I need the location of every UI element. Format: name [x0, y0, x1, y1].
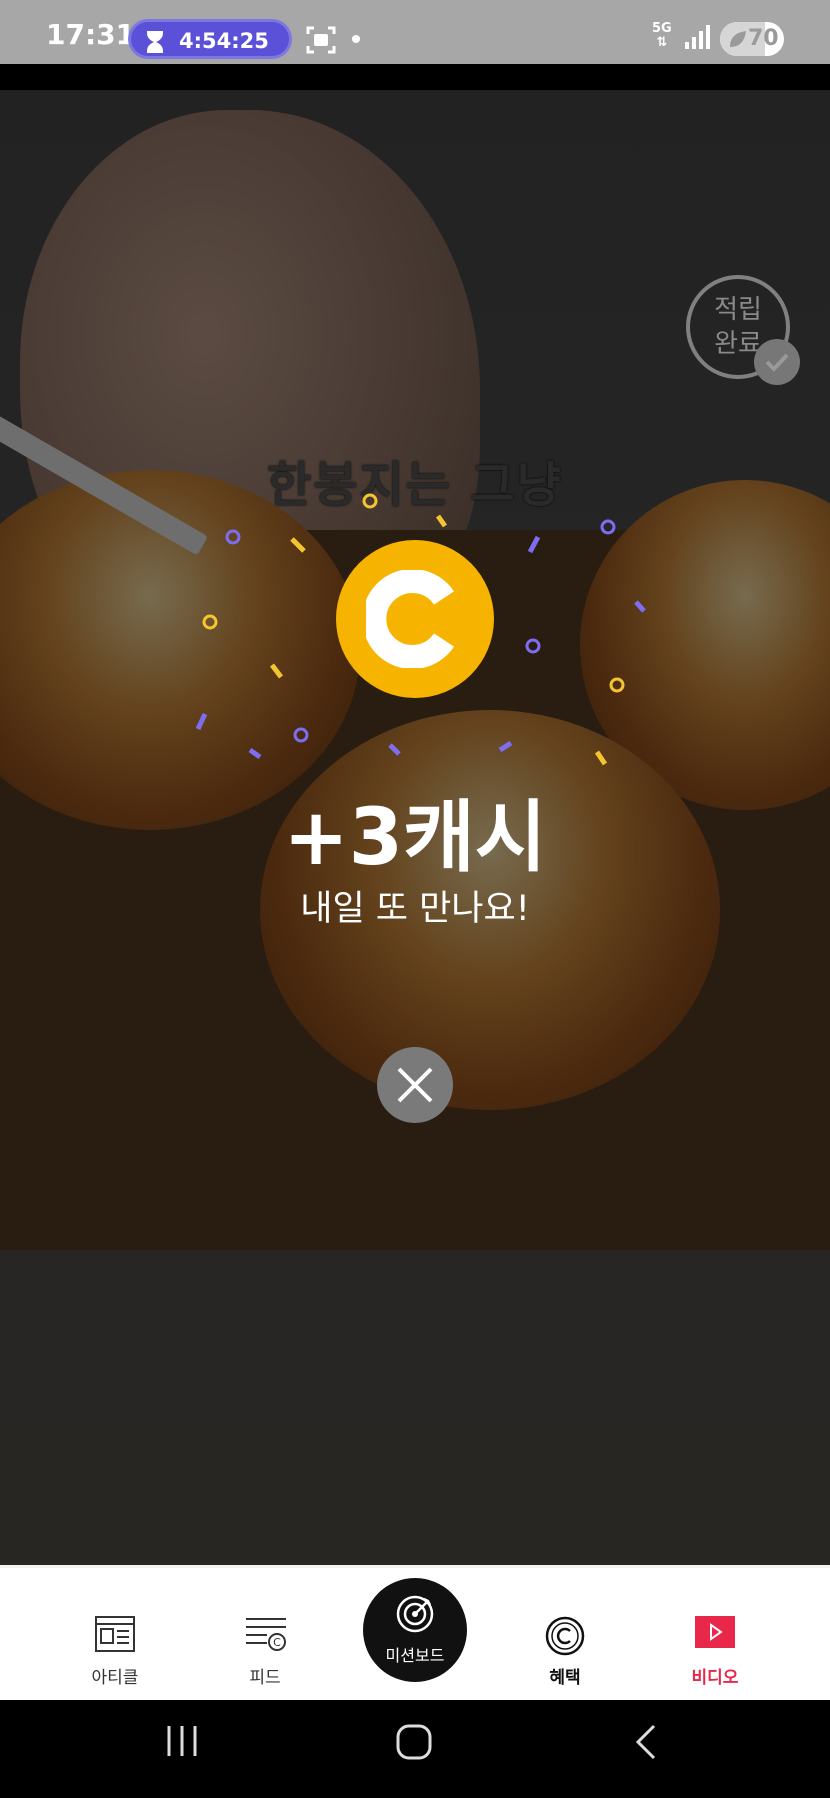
timer-pill[interactable]: 4:54:25 [128, 19, 292, 59]
cash-coin-icon [336, 540, 494, 698]
status-bar: 17:31 4:54:25 5G ⇅ 70 [0, 0, 830, 64]
network-label: 5G [652, 21, 672, 36]
network-5g-icon: 5G ⇅ [652, 21, 672, 50]
video-top-bar [0, 64, 830, 90]
nav-item-feed[interactable]: C 피드 [205, 1568, 325, 1703]
play-icon [695, 1616, 735, 1648]
close-button[interactable] [377, 1047, 453, 1123]
system-nav-bar [0, 1700, 830, 1798]
home-icon[interactable] [396, 1724, 432, 1760]
battery-indicator: 70 [720, 22, 784, 56]
nav-item-article[interactable]: 아티클 [55, 1568, 175, 1703]
battery-saver-icon [730, 31, 746, 47]
recent-apps-icon[interactable] [166, 1724, 198, 1758]
check-icon [754, 339, 800, 385]
svg-text:C: C [273, 1636, 281, 1649]
nav-item-video[interactable]: 비디오 [655, 1568, 775, 1703]
earned-stamp: 적립 완료 [686, 275, 800, 385]
nav-label-benefit: 혜택 [549, 1668, 581, 1688]
feed-icon: C [246, 1618, 286, 1651]
coin-c-glyph [366, 570, 454, 668]
reward-message: 내일 또 만나요! [300, 889, 530, 929]
nav-label-feed: 피드 [249, 1668, 281, 1688]
nav-item-mission-board[interactable]: 미션보드 [363, 1578, 467, 1682]
nav-label-mission-board: 미션보드 [385, 1646, 445, 1665]
video-caption: 한봉지는 그냥 [267, 457, 563, 513]
back-icon[interactable] [634, 1724, 658, 1760]
nav-label-video: 비디오 [691, 1668, 739, 1688]
battery-percent: 70 [748, 26, 779, 51]
target-icon [396, 1595, 434, 1633]
close-icon [397, 1067, 433, 1103]
status-time: 17:31 [46, 18, 136, 51]
hourglass-icon [147, 31, 163, 53]
timer-value: 4:54:25 [179, 29, 269, 53]
reward-amount: +3캐시 [283, 793, 547, 883]
stamp-line-1: 적립 [714, 295, 762, 325]
screenshot-icon [306, 26, 336, 54]
signal-icon [685, 25, 710, 49]
cash-coin-nav-icon [545, 1616, 585, 1656]
notification-dot [352, 35, 360, 43]
nav-item-benefit[interactable]: 혜택 [505, 1568, 625, 1703]
nav-label-article: 아티클 [91, 1668, 139, 1688]
article-icon [95, 1616, 135, 1652]
